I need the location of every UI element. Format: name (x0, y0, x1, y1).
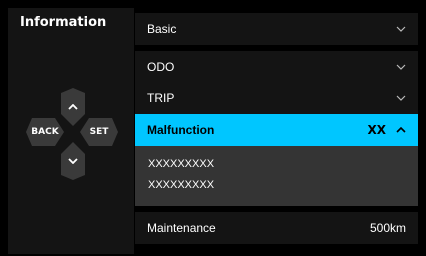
page-title: Information (20, 15, 107, 30)
chevron-down-icon (396, 64, 406, 70)
dpad-down-button[interactable] (61, 142, 85, 180)
menu-item-malfunction[interactable]: Malfunction XX (135, 114, 418, 146)
menu-item-label: Malfunction (147, 123, 215, 137)
info-menu: Basic ODO TRIP Malfunction XX XXXXXXXXX … (135, 8, 418, 254)
menu-item-label: Maintenance (147, 221, 216, 235)
chevron-down-icon (68, 158, 78, 164)
chevron-down-icon (396, 26, 406, 32)
menu-item-label: ODO (147, 60, 175, 74)
chevron-up-icon (68, 104, 78, 110)
set-label: SET (89, 127, 109, 137)
maintenance-value: 500km (369, 221, 406, 235)
back-label: BACK (31, 127, 59, 137)
back-button[interactable]: BACK (26, 118, 64, 146)
chevron-up-icon (396, 127, 406, 133)
menu-item-label: TRIP (147, 91, 175, 105)
menu-item-trip[interactable]: TRIP (135, 82, 418, 114)
menu-item-label: Basic (147, 22, 177, 36)
chevron-down-icon (396, 95, 406, 101)
submenu-item[interactable]: XXXXXXXXX (148, 154, 405, 175)
menu-item-basic[interactable]: Basic (135, 13, 418, 45)
malfunction-submenu: XXXXXXXXX XXXXXXXXX (135, 146, 418, 206)
malfunction-value: XX (367, 123, 386, 137)
submenu-item[interactable]: XXXXXXXXX (148, 175, 405, 196)
menu-item-maintenance[interactable]: Maintenance 500km (135, 212, 418, 244)
menu-item-odo[interactable]: ODO (135, 51, 418, 83)
set-button[interactable]: SET (80, 118, 118, 146)
